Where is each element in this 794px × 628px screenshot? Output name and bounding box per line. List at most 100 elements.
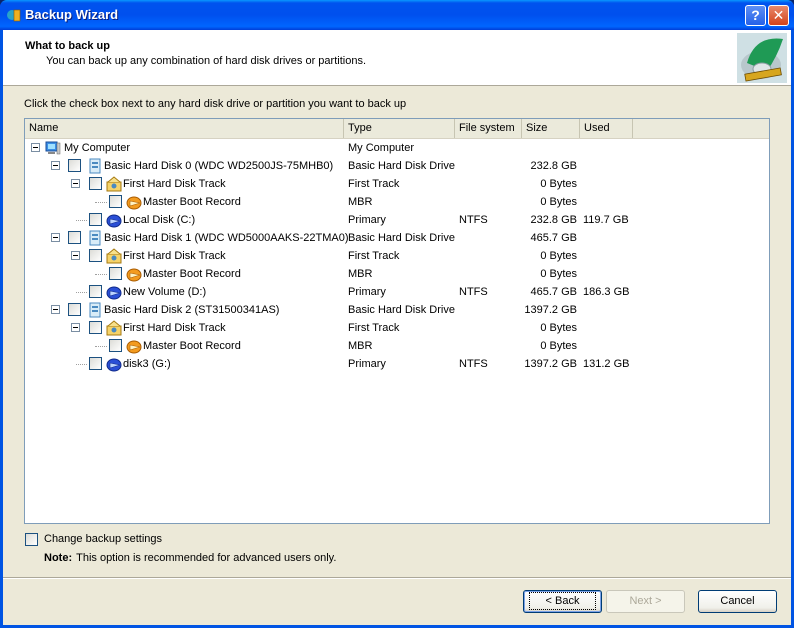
mbr-icon <box>126 194 142 210</box>
row-checkbox[interactable] <box>89 321 102 334</box>
tree-row[interactable]: Master Boot Record MBR 0 Bytes <box>25 265 769 283</box>
tree-row[interactable]: New Volume (D:) Primary NTFS 465.7 GB 186.3 … <box>25 283 769 301</box>
row-name: disk3 (G:) <box>123 358 171 370</box>
row-size: 1397.2 GB <box>524 304 577 316</box>
note-label: Note: <box>44 552 73 564</box>
row-size: 0 Bytes <box>540 322 577 334</box>
next-button[interactable]: Next > <box>606 590 685 613</box>
help-button[interactable]: ? <box>745 5 766 26</box>
cancel-button[interactable]: Cancel <box>698 590 777 613</box>
mbr-icon <box>126 338 142 354</box>
tree-row[interactable]: Local Disk (C:) Primary NTFS 232.8 GB 119.7 … <box>25 211 769 229</box>
collapse-toggle[interactable] <box>51 161 60 170</box>
list-header: Name Type File system Size Used <box>25 119 769 139</box>
row-type: First Track <box>348 322 400 334</box>
row-checkbox[interactable] <box>89 213 102 226</box>
row-checkbox[interactable] <box>89 357 102 370</box>
tree-row[interactable]: My Computer My Computer <box>25 139 769 157</box>
column-header-name[interactable]: Name <box>25 119 344 138</box>
back-button[interactable]: < Back <box>523 590 602 613</box>
row-size: 465.7 GB <box>530 232 577 244</box>
row-name: Master Boot Record <box>143 268 241 280</box>
row-size: 0 Bytes <box>540 196 577 208</box>
wizard-header: What to back up You can back up any comb… <box>3 30 791 86</box>
tree-row[interactable]: First Hard Disk Track First Track 0 Bytes <box>25 319 769 337</box>
row-size: 0 Bytes <box>540 268 577 280</box>
row-size: 1397.2 GB <box>524 358 577 370</box>
row-type: Basic Hard Disk Drive <box>348 160 455 172</box>
hard-disk-icon <box>87 302 103 318</box>
row-checkbox[interactable] <box>89 285 102 298</box>
change-backup-settings-checkbox[interactable] <box>25 533 38 546</box>
row-type: Primary <box>348 214 386 226</box>
tree-connector <box>95 346 107 347</box>
tree-row[interactable]: Basic Hard Disk 2 (ST31500341AS) Basic Ha… <box>25 301 769 319</box>
row-checkbox[interactable] <box>68 159 81 172</box>
tree-row[interactable]: First Hard Disk Track First Track 0 Bytes <box>25 175 769 193</box>
row-checkbox[interactable] <box>68 303 81 316</box>
row-file-system: NTFS <box>459 214 488 226</box>
row-used: 119.7 GB <box>583 214 629 226</box>
collapse-toggle[interactable] <box>71 323 80 332</box>
tree-row[interactable]: disk3 (G:) Primary NTFS 1397.2 GB 131.2 GB <box>25 355 769 373</box>
column-header-used[interactable]: Used <box>580 119 633 138</box>
tree-row[interactable]: Master Boot Record MBR 0 Bytes <box>25 337 769 355</box>
row-name: First Hard Disk Track <box>123 322 226 334</box>
backup-wizard-window: Backup Wizard ? ✕ What to back up You ca… <box>0 0 794 628</box>
backup-logo-icon <box>737 33 787 83</box>
row-size: 0 Bytes <box>540 178 577 190</box>
row-checkbox[interactable] <box>109 195 122 208</box>
button-separator <box>3 577 791 579</box>
computer-icon <box>45 140 61 156</box>
title-bar[interactable]: Backup Wizard ? ✕ <box>0 0 794 30</box>
row-name: Master Boot Record <box>143 196 241 208</box>
row-checkbox[interactable] <box>89 177 102 190</box>
column-header-type[interactable]: Type <box>344 119 455 138</box>
tree-row[interactable]: Master Boot Record MBR 0 Bytes <box>25 193 769 211</box>
row-name: My Computer <box>64 142 131 154</box>
track-icon <box>106 320 122 336</box>
row-checkbox[interactable] <box>109 267 122 280</box>
row-used: 186.3 GB <box>583 286 630 298</box>
row-name: Basic Hard Disk 0 (WDC WD2500JS-75MHB0) <box>104 160 334 172</box>
row-type: First Track <box>348 250 400 262</box>
collapse-toggle[interactable] <box>31 143 40 152</box>
row-checkbox[interactable] <box>68 231 81 244</box>
tree-row[interactable]: Basic Hard Disk 1 (WDC WD5000AAKS-22TMA0… <box>25 229 769 247</box>
tree-row[interactable]: First Hard Disk Track First Track 0 Bytes <box>25 247 769 265</box>
row-checkbox[interactable] <box>89 249 102 262</box>
collapse-toggle[interactable] <box>71 179 80 188</box>
tree-row[interactable]: Basic Hard Disk 0 (WDC WD2500JS-75MHB0) B… <box>25 157 769 175</box>
row-file-system: NTFS <box>459 358 488 370</box>
row-file-system: NTFS <box>459 286 488 298</box>
partition-icon <box>106 284 122 300</box>
column-header-size[interactable]: Size <box>522 119 580 138</box>
tree-connector <box>76 364 87 365</box>
row-type: Basic Hard Disk Drive <box>348 304 455 316</box>
tree-connector <box>95 274 107 275</box>
close-button[interactable]: ✕ <box>768 5 789 26</box>
hard-disk-icon <box>87 158 103 174</box>
tree-connector <box>76 220 87 221</box>
row-type: Basic Hard Disk Drive <box>348 232 455 244</box>
app-icon <box>7 9 21 22</box>
window-title: Backup Wizard <box>25 7 119 22</box>
disk-tree-list[interactable]: Name Type File system Size Used My Compu… <box>24 118 770 524</box>
change-backup-settings-label[interactable]: Change backup settings <box>44 533 162 545</box>
collapse-toggle[interactable] <box>71 251 80 260</box>
column-header-file-system[interactable]: File system <box>455 119 522 138</box>
row-type: Primary <box>348 286 386 298</box>
back-button-label: < Back <box>528 592 597 610</box>
row-size <box>512 139 577 157</box>
track-icon <box>106 176 122 192</box>
row-name: Basic Hard Disk 2 (ST31500341AS) <box>104 304 280 316</box>
instruction-text: Click the check box next to any hard dis… <box>24 98 407 110</box>
row-type: MBR <box>348 340 373 352</box>
collapse-toggle[interactable] <box>51 305 60 314</box>
collapse-toggle[interactable] <box>51 233 60 242</box>
note-message: This option is recommended for advanced … <box>76 552 337 564</box>
row-name: Basic Hard Disk 1 (WDC WD5000AAKS-22TMA0… <box>104 232 349 244</box>
row-size: 0 Bytes <box>540 250 577 262</box>
row-type: My Computer <box>348 142 415 154</box>
row-checkbox[interactable] <box>109 339 122 352</box>
